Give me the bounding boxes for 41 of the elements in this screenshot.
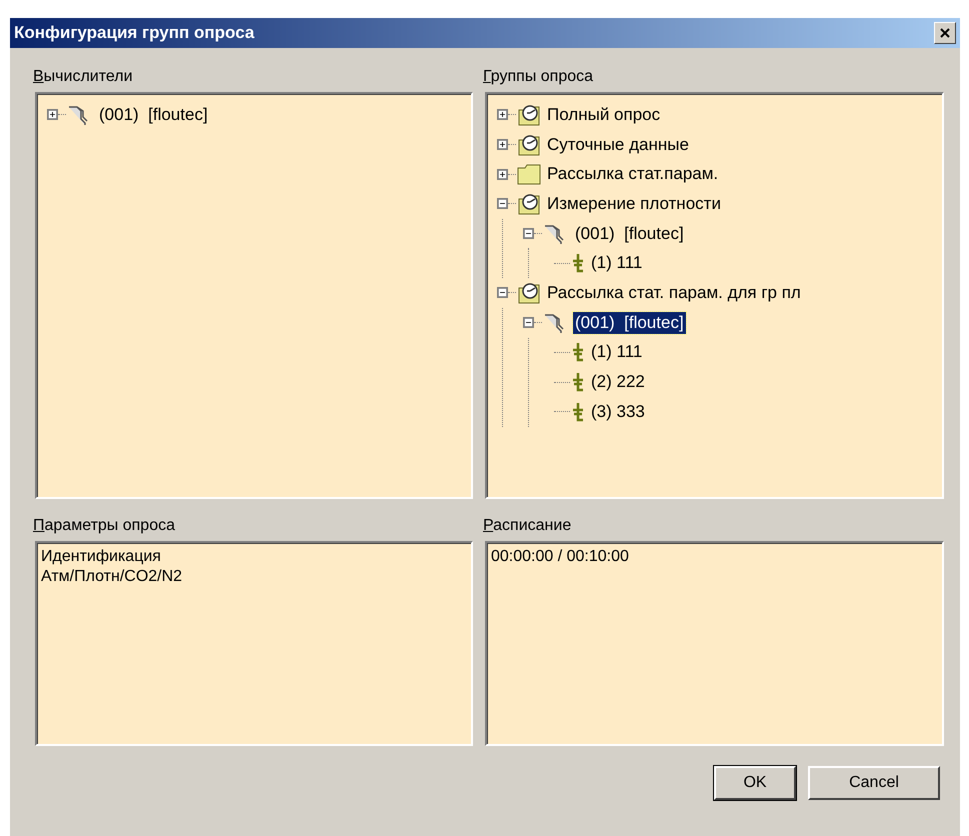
folder-clock-icon — [517, 102, 541, 127]
close-icon — [939, 27, 951, 39]
tree-item[interactable]: (2) 222 — [589, 371, 647, 394]
sensor-icon — [571, 253, 585, 274]
folder-clock-icon — [517, 280, 541, 305]
tree-item[interactable]: (3) 333 — [589, 400, 647, 423]
expand-toggle[interactable] — [47, 109, 58, 120]
collapse-toggle[interactable] — [497, 287, 508, 298]
section-label: Группы опроса — [483, 67, 594, 87]
expand-toggle[interactable] — [497, 168, 508, 180]
folder-clock-icon — [517, 132, 541, 157]
tree-item[interactable]: (001) [floutec] — [573, 222, 686, 245]
expand-toggle[interactable] — [497, 109, 508, 120]
folder-icon — [517, 163, 541, 186]
tree-item[interactable]: Полный опрос — [545, 104, 662, 126]
sensor-icon — [571, 342, 585, 362]
sensor-icon — [571, 402, 585, 422]
tree-item[interactable]: Рассылка стат. парам. для гр пл — [545, 282, 803, 304]
collapse-toggle[interactable] — [523, 317, 534, 328]
section-label: Параметры опроса — [33, 516, 176, 536]
tree-item[interactable]: Измерение плотности — [545, 192, 723, 215]
tree-item[interactable]: (1) 111 — [589, 341, 644, 364]
sensor-icon — [571, 372, 585, 392]
tree-item[interactable]: Рассылка стат.парам. — [545, 163, 720, 186]
dialog-button[interactable]: OK — [714, 766, 796, 800]
tree-item[interactable]: Суточные данные — [545, 134, 691, 156]
section-label: Вычислители — [33, 67, 134, 87]
collapse-toggle[interactable] — [523, 228, 534, 240]
tree-item[interactable]: (001) [floutec] — [97, 104, 210, 126]
expand-toggle[interactable] — [497, 139, 508, 150]
dialog-button[interactable]: Cancel — [808, 766, 940, 800]
tree-item[interactable]: (1) 111 — [589, 252, 644, 274]
window-title: Конфигурация групп опроса — [14, 23, 254, 43]
section-label: Расписание — [483, 516, 572, 536]
list-item[interactable]: Идентификация — [41, 547, 467, 567]
close-button[interactable] — [934, 22, 956, 44]
list-item[interactable]: Атм/Плотн/CO2/N2 — [41, 567, 467, 587]
folder-clock-icon — [517, 192, 541, 216]
list-item[interactable]: 00:00:00 / 00:10:00 — [491, 547, 938, 567]
tree-item[interactable]: (001) [floutec] — [573, 312, 686, 334]
collapse-toggle[interactable] — [497, 198, 508, 210]
